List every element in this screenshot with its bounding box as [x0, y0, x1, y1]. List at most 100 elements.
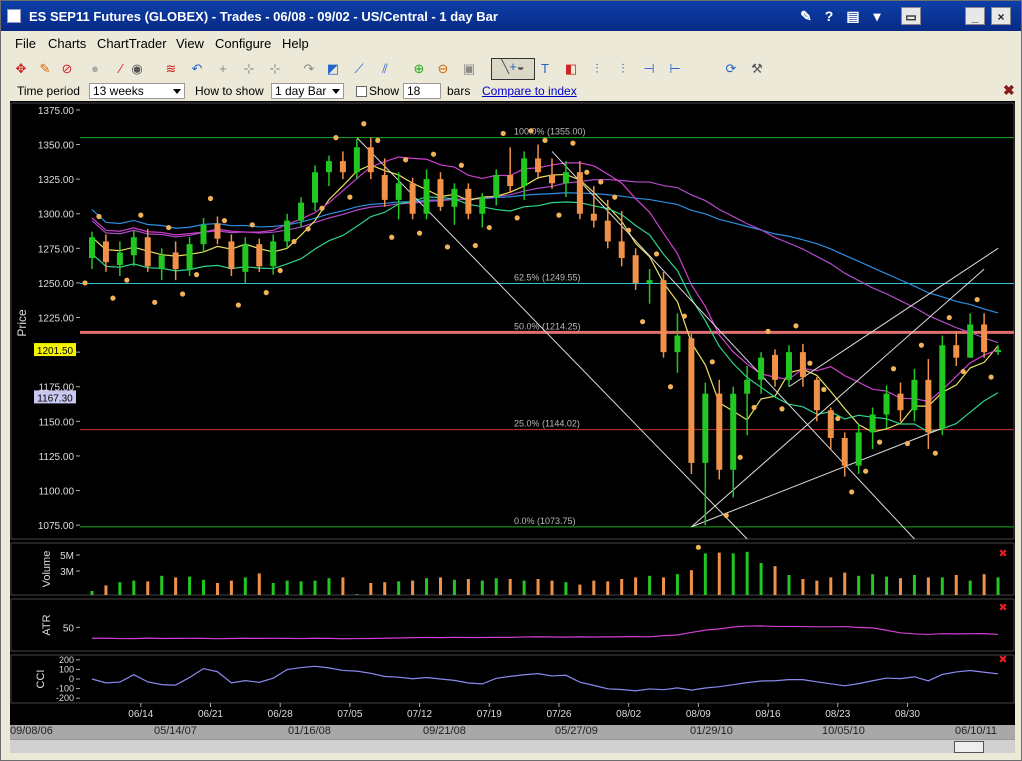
help-icon[interactable]: ?: [819, 7, 839, 25]
nav-date-1: 05/14/07: [154, 725, 197, 737]
nav-date-4: 05/27/09: [555, 725, 598, 737]
menu-configure[interactable]: Configure: [215, 36, 271, 51]
settings-icon[interactable]: ▾: [867, 7, 887, 25]
price-bar-body: [590, 213, 597, 221]
fit-icon[interactable]: ▣: [461, 61, 477, 77]
sar-dot: [821, 386, 827, 393]
volume-bar: [369, 583, 373, 595]
chart-type-icon[interactable]: ◩: [325, 61, 341, 77]
price-bar-body: [437, 179, 444, 207]
pin-icon[interactable]: ✎: [796, 7, 816, 25]
wrench-icon[interactable]: ⚒: [749, 61, 765, 77]
sar-dot: [723, 512, 729, 519]
volume-bar: [508, 579, 512, 595]
price-bar-body: [660, 280, 667, 353]
volume-bar: [494, 578, 498, 595]
price-bar-body: [967, 324, 974, 358]
price-bar-body: [925, 379, 932, 433]
menu-view[interactable]: View: [176, 36, 204, 51]
cci-tick-label: -200: [56, 693, 74, 703]
eraser-icon[interactable]: ⊘: [59, 61, 75, 77]
compare-to-index-link[interactable]: Compare to index: [482, 84, 577, 98]
how-to-show-select[interactable]: 1 day Bar: [271, 83, 344, 99]
price-bar-body: [102, 241, 109, 263]
x-tick-label: 07/26: [546, 709, 571, 720]
navigator-bar[interactable]: 09/08/06 05/14/07 01/16/08 09/21/08 05/2…: [10, 725, 1015, 739]
sar-dot: [570, 140, 576, 146]
title-bar[interactable]: ES SEP11 Futures (GLOBEX) - Trades - 06/…: [1, 1, 1021, 31]
minimize-icon[interactable]: _: [965, 7, 985, 25]
fib-time-icon[interactable]: ⊣: [641, 61, 657, 77]
pencil-icon[interactable]: ✎: [37, 61, 53, 77]
price-bar-body: [186, 244, 193, 270]
line-tool-selected[interactable]: ╲+◒: [491, 58, 535, 80]
price-bar-body: [758, 357, 765, 380]
scroll-thumb[interactable]: [954, 741, 984, 753]
sar-dot: [876, 439, 883, 445]
text-icon[interactable]: T: [537, 61, 553, 77]
sar-dot: [347, 194, 353, 200]
zoom-in-icon[interactable]: ⊕: [411, 61, 427, 77]
chart-svg[interactable]: 1375.00 1350.00 1325.00 1300.00 1275.00 1250.…: [10, 101, 1015, 725]
price-bar-body: [883, 393, 890, 415]
fib-arc-icon[interactable]: ⫶: [615, 61, 631, 77]
menu-help[interactable]: Help: [282, 36, 309, 51]
x-tick-label: 08/09: [686, 709, 711, 720]
last-price-label: 1201.50: [37, 346, 74, 357]
zoom-reset-icon[interactable]: ●: [87, 61, 103, 77]
draw-icon[interactable]: ∕: [113, 61, 129, 77]
atr-panel-border: [10, 598, 1015, 652]
sar-dot: [751, 404, 757, 411]
price-bar-body: [939, 345, 946, 429]
sar-dot: [82, 280, 88, 286]
chevron-down-icon: [332, 89, 340, 94]
cci-tick-label: 0: [69, 674, 74, 684]
app-icon: [7, 9, 21, 23]
fib-icon[interactable]: ◧: [563, 61, 579, 77]
zoom-out-icon[interactable]: ⊖: [435, 61, 451, 77]
sar-dot: [653, 251, 660, 257]
price-bar-body: [89, 237, 95, 259]
price-bar-body: [214, 223, 221, 239]
trendline-icon[interactable]: ⟋: [351, 61, 367, 77]
redo-icon[interactable]: ↷: [301, 61, 317, 77]
menu-charttrader[interactable]: ChartTrader: [97, 36, 167, 51]
fib-fan-icon[interactable]: ⫶: [589, 61, 605, 77]
split-icon[interactable]: ⊹: [267, 61, 283, 77]
sar-dot: [793, 323, 799, 329]
volume-bar: [689, 570, 693, 595]
undo-icon[interactable]: ↶: [189, 61, 205, 77]
volume-bar: [885, 576, 889, 595]
chart-area[interactable]: 1375.00 1350.00 1325.00 1300.00 1275.00 1250.…: [10, 101, 1015, 725]
volume-bar: [578, 584, 582, 595]
dropdown-icon[interactable]: ◉: [129, 61, 145, 77]
cursor-icon[interactable]: +: [215, 61, 231, 77]
menu-file[interactable]: File: [15, 36, 36, 51]
bars-count-input[interactable]: 18: [403, 83, 441, 99]
gann-icon[interactable]: ⊢: [667, 61, 683, 77]
range-icon[interactable]: ⊹: [241, 61, 257, 77]
y-tick-label: 1275.00: [38, 244, 75, 255]
time-period-select[interactable]: 13 weeks: [89, 83, 185, 99]
refresh-icon[interactable]: ⟳: [723, 61, 739, 77]
price-bar-body: [799, 352, 806, 378]
close-icon[interactable]: ×: [991, 7, 1011, 25]
close-options-icon[interactable]: ✖: [1003, 82, 1015, 99]
volume-bar: [355, 594, 359, 595]
sar-dot: [626, 227, 632, 233]
volume-bar: [857, 575, 861, 595]
show-checkbox[interactable]: [356, 86, 367, 97]
price-bar-body: [116, 252, 123, 265]
y-tick-label: 1375.00: [38, 106, 75, 117]
restore-icon[interactable]: ▭: [901, 7, 921, 25]
channel-icon[interactable]: ⫽: [377, 61, 393, 77]
menu-charts[interactable]: Charts: [48, 36, 86, 51]
history-scrollbar[interactable]: [10, 739, 1015, 753]
sar-dot: [486, 224, 492, 231]
how-to-show-label: How to show: [195, 84, 264, 98]
fib-level-label: 50.0% (1214.25): [514, 321, 581, 331]
crosshair-icon[interactable]: ✥: [13, 61, 29, 77]
sar-dot: [709, 359, 715, 365]
print-icon[interactable]: ▤: [843, 7, 863, 25]
annotate-icon[interactable]: ≋: [163, 61, 179, 77]
